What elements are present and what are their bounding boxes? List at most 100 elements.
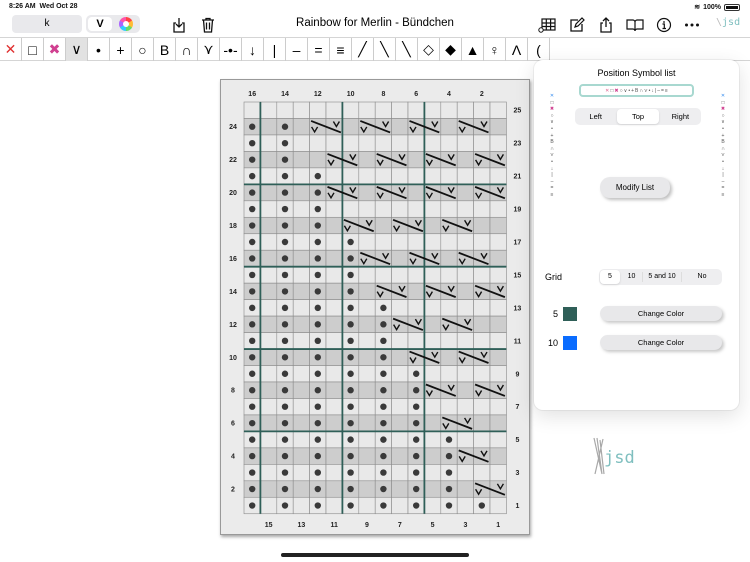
- position-top-option[interactable]: Top: [617, 109, 659, 124]
- chart-cell[interactable]: [489, 348, 507, 366]
- chart-cell[interactable]: [407, 266, 425, 284]
- chart-cell[interactable]: [424, 134, 442, 152]
- chart-cell[interactable]: [391, 118, 409, 136]
- chart-cell[interactable]: [260, 447, 278, 465]
- right-slant-symbol-button[interactable]: ╱: [352, 38, 374, 61]
- chart-cell[interactable]: [292, 233, 310, 251]
- chart-cell[interactable]: [456, 282, 474, 300]
- chart-cell[interactable]: [391, 348, 409, 366]
- chart-cell[interactable]: [391, 134, 409, 152]
- partial-symbol-button[interactable]: (: [528, 38, 550, 61]
- chart-cell[interactable]: [325, 365, 343, 383]
- chart-cell[interactable]: [456, 233, 474, 251]
- chart-cell[interactable]: [260, 134, 278, 152]
- chart-cell[interactable]: [407, 200, 425, 218]
- grid-option-5[interactable]: 5: [600, 270, 620, 284]
- position-right-option[interactable]: Right: [660, 108, 701, 125]
- chart-cell[interactable]: [358, 348, 376, 366]
- chart-cell[interactable]: [440, 233, 458, 251]
- chart-cell[interactable]: [342, 134, 360, 152]
- chart-cell[interactable]: [391, 233, 409, 251]
- chart-cell[interactable]: [473, 431, 491, 449]
- no-stitch-symbol-button[interactable]: ✖: [44, 38, 66, 61]
- chart-cell[interactable]: [358, 447, 376, 465]
- chart-cell[interactable]: [292, 414, 310, 432]
- chart-cell[interactable]: [358, 464, 376, 482]
- chart-cell[interactable]: [325, 249, 343, 267]
- chart-cell[interactable]: [440, 365, 458, 383]
- chart-cell[interactable]: [292, 134, 310, 152]
- chart-cell[interactable]: [292, 315, 310, 333]
- lambda-symbol-button[interactable]: Λ: [506, 38, 528, 61]
- chart-cell[interactable]: [325, 398, 343, 416]
- slip-symbol-button[interactable]: ⋎: [198, 38, 220, 61]
- yarn-over-symbol-button[interactable]: ○: [132, 38, 154, 61]
- chart-cell[interactable]: [374, 200, 392, 218]
- chart-cell[interactable]: [456, 332, 474, 350]
- chart-cell[interactable]: [325, 200, 343, 218]
- chart-cell[interactable]: [243, 101, 261, 119]
- grid-option-no[interactable]: No: [682, 269, 722, 285]
- chart-cell[interactable]: [407, 134, 425, 152]
- chart-cell[interactable]: [424, 332, 442, 350]
- chart-cell[interactable]: [374, 266, 392, 284]
- chart-cell[interactable]: [260, 200, 278, 218]
- chart-cell[interactable]: [489, 167, 507, 185]
- chart-cell[interactable]: [309, 134, 327, 152]
- chart-cell[interactable]: [424, 233, 442, 251]
- arch-symbol-button[interactable]: ∩: [176, 38, 198, 61]
- short-left-slant-symbol-button[interactable]: ╲: [396, 38, 418, 61]
- chart-cell[interactable]: [325, 464, 343, 482]
- chart-cell[interactable]: [424, 266, 442, 284]
- chart-cell[interactable]: [407, 332, 425, 350]
- stitch-selector-button[interactable]: V: [88, 17, 112, 31]
- chart-cell[interactable]: [391, 414, 409, 432]
- chart-cell[interactable]: [456, 134, 474, 152]
- chart-cell[interactable]: [391, 365, 409, 383]
- chart-cell[interactable]: [260, 101, 278, 119]
- chart-cell[interactable]: [489, 233, 507, 251]
- chart-cell[interactable]: [407, 299, 425, 317]
- chart-cell[interactable]: [489, 431, 507, 449]
- chart-cell[interactable]: [473, 365, 491, 383]
- chart-cell[interactable]: [325, 134, 343, 152]
- chart-cell[interactable]: [325, 447, 343, 465]
- chart-cell[interactable]: [489, 134, 507, 152]
- chart-cell[interactable]: [456, 480, 474, 498]
- chart-cell[interactable]: [424, 101, 442, 119]
- chart-cell[interactable]: [391, 101, 409, 119]
- chart-cell[interactable]: [391, 266, 409, 284]
- chart-cell[interactable]: [391, 299, 409, 317]
- chart-cell[interactable]: [489, 200, 507, 218]
- chart-cell[interactable]: [309, 101, 327, 119]
- chart-cell[interactable]: [440, 266, 458, 284]
- chart-cell[interactable]: [391, 332, 409, 350]
- info-icon[interactable]: [655, 16, 673, 34]
- chart-cell[interactable]: [473, 315, 491, 333]
- chart-cell[interactable]: [374, 167, 392, 185]
- chart-cell[interactable]: [489, 101, 507, 119]
- chart-cell[interactable]: [473, 414, 491, 432]
- chart-cell[interactable]: [391, 381, 409, 399]
- chart-cell[interactable]: [456, 266, 474, 284]
- chart-cell[interactable]: [489, 216, 507, 235]
- chart-cell[interactable]: [489, 398, 507, 416]
- chart-cell[interactable]: [374, 233, 392, 251]
- chart-cell[interactable]: [325, 299, 343, 317]
- chart-cell[interactable]: [292, 398, 310, 416]
- chart-cell[interactable]: [391, 398, 409, 416]
- grid-icon[interactable]: [538, 16, 556, 34]
- chart-cell[interactable]: [489, 414, 507, 432]
- chart-cell[interactable]: [260, 151, 278, 169]
- chart-cell[interactable]: [473, 398, 491, 416]
- chart-cell[interactable]: [424, 216, 442, 235]
- chart-cell[interactable]: [325, 101, 343, 119]
- chart-cell[interactable]: [260, 249, 278, 267]
- change-color-10-button[interactable]: Change Color: [600, 335, 722, 350]
- chart-cell[interactable]: [358, 381, 376, 399]
- import-icon[interactable]: [170, 16, 188, 34]
- chart-cell[interactable]: [325, 496, 343, 515]
- chart-cell[interactable]: [424, 365, 442, 383]
- chart-cell[interactable]: [440, 101, 458, 119]
- chart-cell[interactable]: [292, 332, 310, 350]
